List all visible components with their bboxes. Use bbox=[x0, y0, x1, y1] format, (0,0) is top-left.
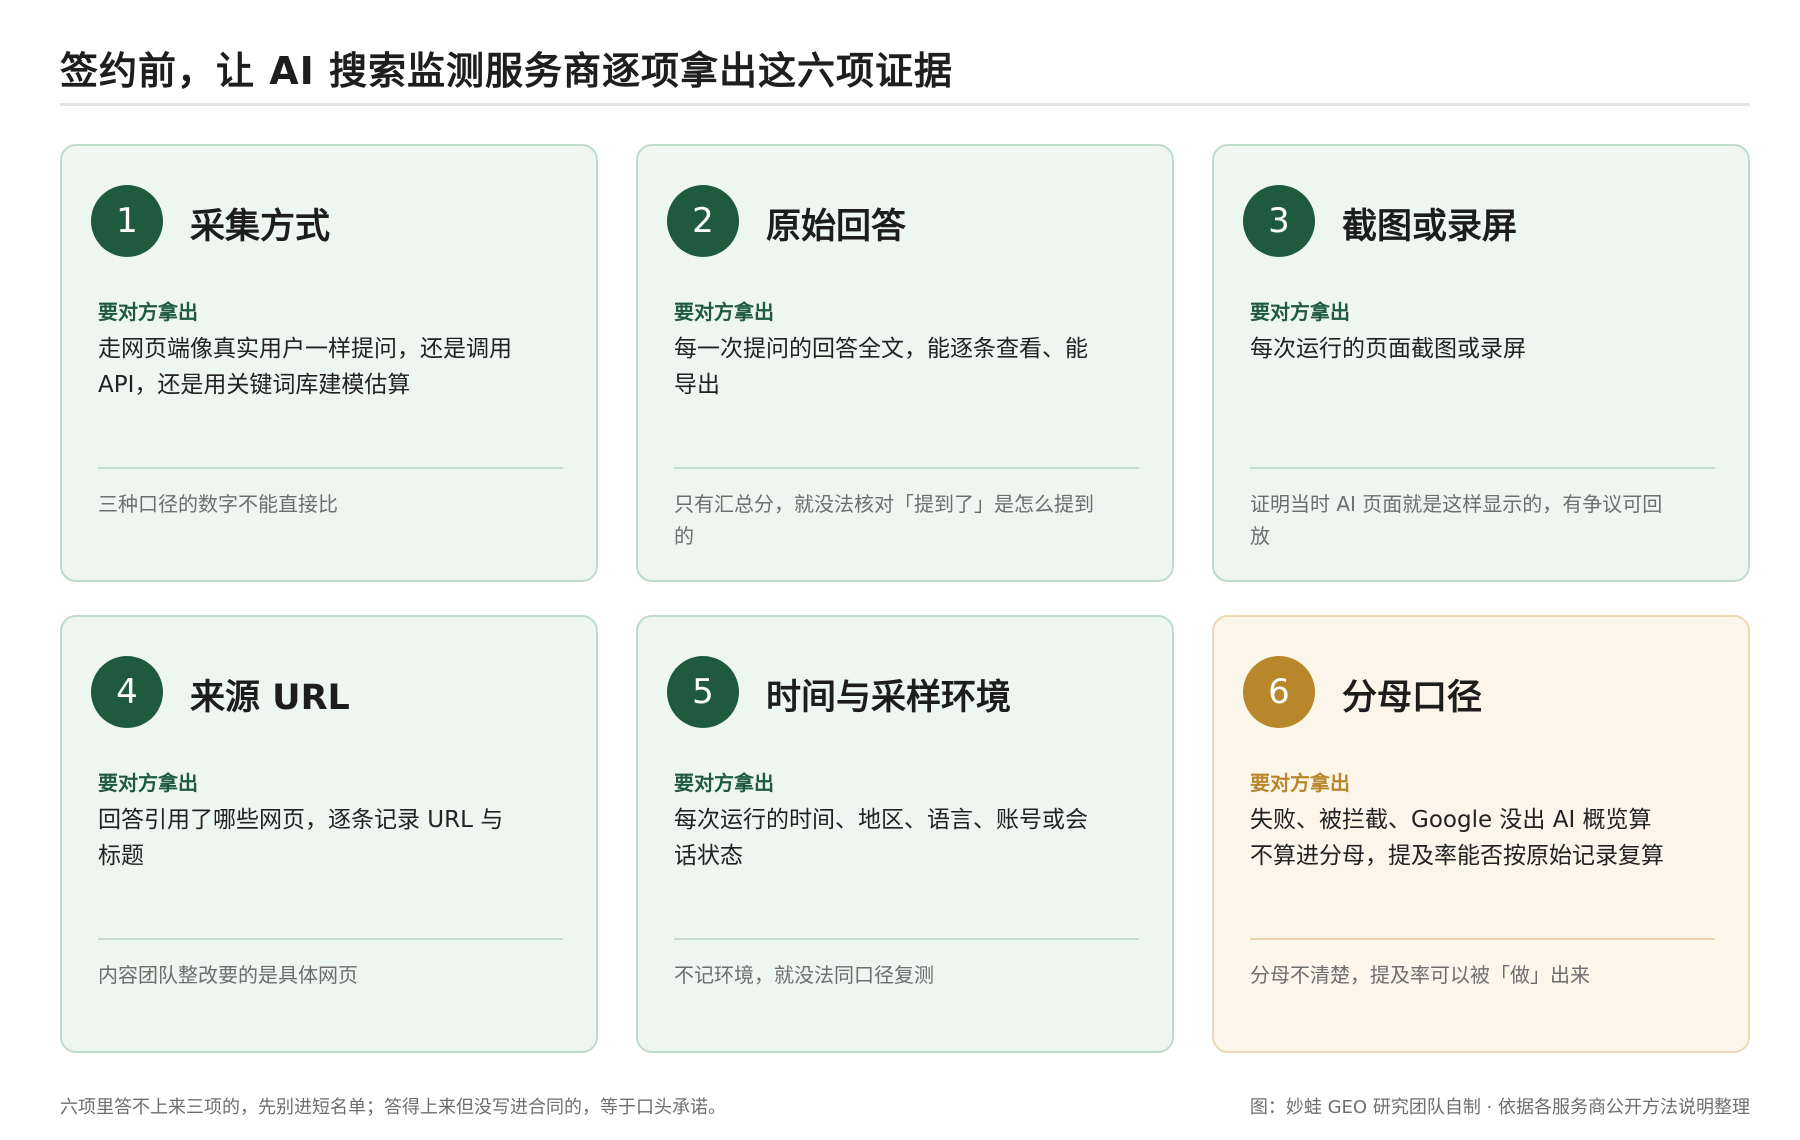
ask-label: 要对方拿出 bbox=[98, 771, 198, 795]
footer-credit: 图：妙蛙 GEO 研究团队自制 · 依据各服务商公开方法说明整理 bbox=[1249, 1097, 1750, 1118]
card-number-badge: 2 bbox=[667, 185, 739, 257]
ask-text: 回答引用了哪些网页，逐条记录 URL 与标题 bbox=[98, 807, 504, 869]
card-note: 不记环境，就没法同口径复测 bbox=[674, 963, 934, 987]
ask-text: 走网页端像真实用户一样提问，还是调用 API，还是用关键词库建模估算 bbox=[98, 336, 512, 398]
card-divider bbox=[1250, 467, 1715, 469]
ask-label: 要对方拿出 bbox=[674, 771, 774, 795]
card-divider bbox=[674, 467, 1139, 469]
card-title: 来源 URL bbox=[190, 678, 350, 718]
evidence-card-2: 2 原始回答 要对方拿出 每一次提问的回答全文，能逐条查看、能导出 只有汇总分，… bbox=[636, 144, 1174, 582]
card-title: 分母口径 bbox=[1342, 678, 1483, 718]
card-note: 证明当时 AI 页面就是这样显示的，有争议可回放 bbox=[1250, 492, 1663, 548]
card-title: 时间与采样环境 bbox=[766, 678, 1012, 718]
footer-note: 六项里答不上来三项的，先别进短名单；答得上来但没写进合同的，等于口头承诺。 bbox=[60, 1097, 726, 1118]
ask-label: 要对方拿出 bbox=[1250, 771, 1350, 795]
evidence-card-4: 4 来源 URL 要对方拿出 回答引用了哪些网页，逐条记录 URL 与标题 内容… bbox=[60, 615, 598, 1053]
card-divider bbox=[674, 938, 1139, 940]
evidence-card-1: 1 采集方式 要对方拿出 走网页端像真实用户一样提问，还是调用 API，还是用关… bbox=[60, 144, 598, 582]
ask-text: 每次运行的页面截图或录屏 bbox=[1250, 336, 1526, 362]
evidence-grid: 1 采集方式 要对方拿出 走网页端像真实用户一样提问，还是调用 API，还是用关… bbox=[60, 144, 1750, 1053]
ask-label: 要对方拿出 bbox=[674, 300, 774, 324]
ask-text: 每一次提问的回答全文，能逐条查看、能导出 bbox=[674, 336, 1088, 398]
card-title: 原始回答 bbox=[766, 207, 907, 247]
card-number-badge: 6 bbox=[1243, 656, 1315, 728]
ask-label: 要对方拿出 bbox=[1250, 300, 1350, 324]
title-divider bbox=[60, 103, 1750, 106]
page-title: 签约前，让 AI 搜索监测服务商逐项拿出这六项证据 bbox=[60, 49, 954, 93]
evidence-card-5: 5 时间与采样环境 要对方拿出 每次运行的时间、地区、语言、账号或会话状态 不记… bbox=[636, 615, 1174, 1053]
card-number-badge: 4 bbox=[91, 656, 163, 728]
evidence-card-3: 3 截图或录屏 要对方拿出 每次运行的页面截图或录屏 证明当时 AI 页面就是这… bbox=[1212, 144, 1750, 582]
ask-text: 每次运行的时间、地区、语言、账号或会话状态 bbox=[674, 807, 1088, 869]
card-note: 只有汇总分，就没法核对「提到了」是怎么提到的 bbox=[674, 492, 1094, 548]
card-number-badge: 5 bbox=[667, 656, 739, 728]
card-number-badge: 3 bbox=[1243, 185, 1315, 257]
card-note: 内容团队整改要的是具体网页 bbox=[98, 963, 358, 987]
card-divider bbox=[98, 467, 563, 469]
evidence-card-6: 6 分母口径 要对方拿出 失败、被拦截、Google 没出 AI 概览算不算进分… bbox=[1212, 615, 1750, 1053]
card-note: 三种口径的数字不能直接比 bbox=[98, 492, 338, 516]
card-title: 采集方式 bbox=[190, 207, 331, 247]
card-divider bbox=[1250, 938, 1715, 940]
ask-text: 失败、被拦截、Google 没出 AI 概览算不算进分母，提及率能否按原始记录复… bbox=[1250, 807, 1664, 869]
card-title: 截图或录屏 bbox=[1342, 207, 1518, 247]
card-note: 分母不清楚，提及率可以被「做」出来 bbox=[1250, 963, 1590, 987]
card-number-badge: 1 bbox=[91, 185, 163, 257]
ask-label: 要对方拿出 bbox=[98, 300, 198, 324]
card-divider bbox=[98, 938, 563, 940]
